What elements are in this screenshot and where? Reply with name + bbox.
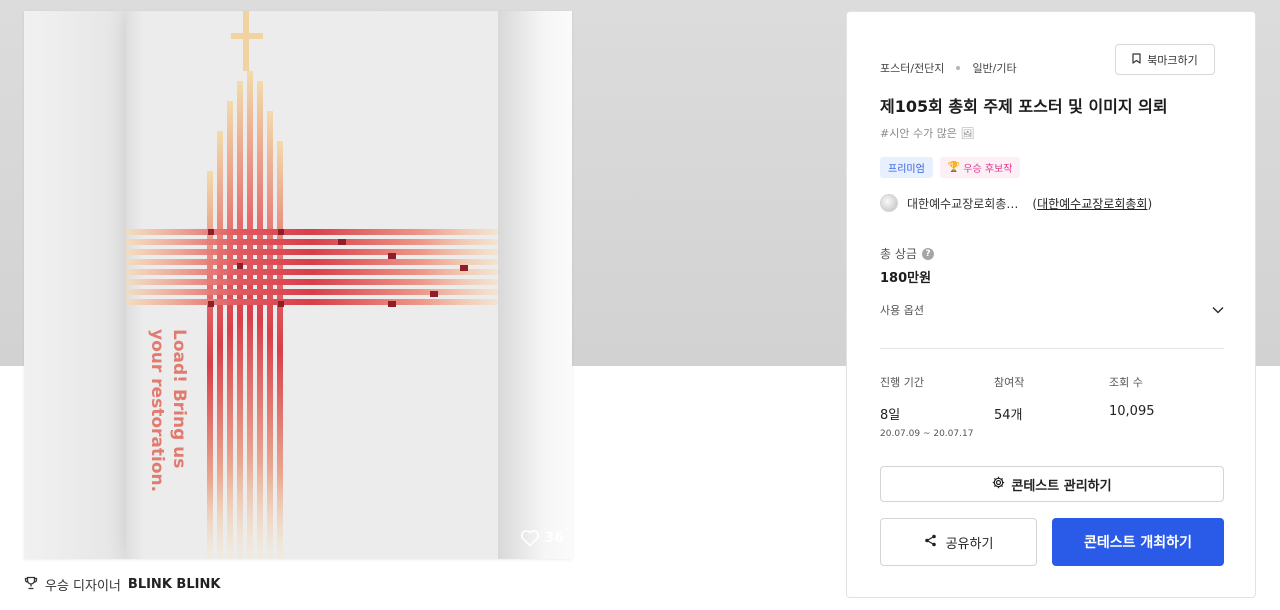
period-range: 20.07.09 ~ 20.07.17: [880, 429, 974, 439]
views-label: 조회 수: [1109, 376, 1143, 389]
organizer-name: 대한예수교장로회총…: [907, 196, 1019, 211]
prize-label-text: 총 상금: [880, 247, 917, 261]
usage-options-label: 사용 옵션: [880, 304, 924, 317]
hashtag[interactable]: #시안 수가 많은 🖼: [880, 125, 974, 141]
prize-value: 180만원: [880, 271, 932, 286]
views-value: 10,095: [1109, 404, 1155, 419]
cross-illustration: [126, 11, 498, 559]
organizer-link-text[interactable]: 대한예수교장로회총회: [1037, 197, 1147, 211]
manage-contest-label: 콘테스트 관리하기: [1011, 478, 1112, 494]
usage-options-toggle[interactable]: 사용 옵션: [880, 302, 1224, 318]
breadcrumb-separator: [956, 66, 961, 70]
like-count: 36: [544, 530, 564, 546]
period-label: 진행 기간: [880, 376, 924, 389]
breadcrumb: 포스터/전단지 일반/기타: [880, 60, 1017, 76]
heart-icon: [520, 529, 540, 547]
stat-entries: 참여작 54개: [994, 374, 1024, 423]
winner-candidate-label: 우승 후보작: [963, 164, 1013, 175]
badge-list: 프리미엄 🏆 우승 후보작: [880, 157, 1021, 178]
poster-slogan: Load! Bring us your restoration.: [147, 329, 189, 493]
host-contest-button[interactable]: 콘테스트 개최하기: [1052, 518, 1224, 566]
trophy-icon: 🏆: [947, 162, 961, 173]
stat-period: 진행 기간 8일 20.07.09 ~ 20.07.17: [880, 374, 973, 439]
contest-info-panel: 포스터/전단지 일반/기타 북마크하기 제105회 총회 주제 포스터 및 이미…: [846, 11, 1256, 598]
prize-label: 총 상금 ?: [880, 245, 934, 262]
designer-name[interactable]: BLINK BLINK: [128, 577, 221, 592]
organizer-avatar: [880, 194, 898, 212]
contest-title: 제105회 총회 주제 포스터 및 이미지 의뢰: [880, 97, 1168, 116]
stat-views: 조회 수 10,095: [1109, 374, 1155, 419]
organizer: 대한예수교장로회총… (대한예수교장로회총회): [880, 194, 1152, 212]
premium-badge: 프리미엄: [880, 157, 933, 178]
winner-candidate-badge: 🏆 우승 후보작: [939, 157, 1021, 178]
manage-contest-button[interactable]: 콘테스트 관리하기: [880, 466, 1224, 502]
share-button[interactable]: 공유하기: [880, 518, 1037, 566]
poster-image[interactable]: Load! Bring us your restoration. 36: [24, 11, 572, 559]
category-link[interactable]: 포스터/전단지: [880, 60, 944, 76]
help-icon[interactable]: ?: [921, 247, 934, 260]
entries-value: 54개: [994, 408, 1023, 423]
period-value: 8일: [880, 408, 901, 423]
chevron-down-icon: [1212, 304, 1224, 317]
entries-label: 참여작: [994, 376, 1025, 389]
gear-icon: [992, 476, 1005, 493]
trophy-icon: [24, 576, 38, 594]
like-button[interactable]: 36: [520, 529, 564, 547]
winner-designer: 우승 디자이너 BLINK BLINK: [24, 575, 220, 594]
bookmark-label: 북마크하기: [1147, 53, 1198, 67]
share-label: 공유하기: [945, 536, 994, 552]
subcategory-link[interactable]: 일반/기타: [972, 60, 1016, 76]
bookmark-button[interactable]: 북마크하기: [1115, 44, 1215, 75]
divider: [880, 348, 1224, 349]
share-icon: [924, 534, 937, 551]
designer-prefix: 우승 디자이너: [45, 579, 121, 594]
organizer-link[interactable]: (대한예수교장로회총회): [1032, 195, 1152, 212]
bookmark-icon: [1132, 52, 1141, 67]
